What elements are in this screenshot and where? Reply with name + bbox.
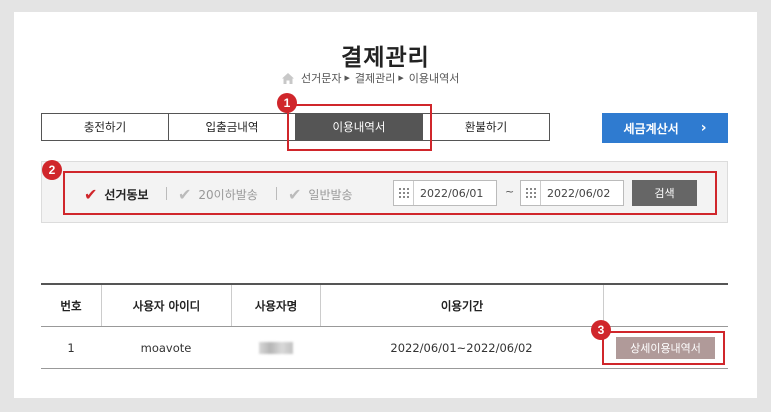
cell-user-name: [231, 327, 320, 368]
header-user-name: 사용자명: [231, 285, 320, 326]
header-period: 이용기간: [320, 285, 603, 326]
header-number: 번호: [60, 298, 82, 313]
breadcrumb: 선거문자 ▶ 결제관리 ▶ 이용내역서: [281, 70, 459, 86]
step-marker-1: 1: [277, 93, 297, 113]
highlight-box-1: [287, 104, 432, 151]
breadcrumb-item-payment[interactable]: 결제관리: [355, 70, 395, 86]
header-user-id: 사용자 아이디: [101, 285, 231, 326]
blurred-user-name: [258, 341, 293, 354]
tax-invoice-label: 세금계산서: [623, 121, 679, 136]
header-action: [603, 285, 728, 326]
breadcrumb-item-usage: 이용내역서: [408, 72, 460, 85]
cell-user-id: moavote: [140, 340, 192, 355]
table-header-row: 번호 사용자 아이디 사용자명 이용기간: [41, 285, 728, 327]
highlight-box-2: [63, 171, 717, 215]
page-title: 결제관리: [341, 45, 430, 71]
highlight-box-3: [602, 331, 725, 365]
cell-period: 2022/06/01~2022/06/02: [390, 340, 533, 355]
cell-number: 1: [67, 340, 75, 355]
tax-invoice-button[interactable]: 세금계산서 ›: [602, 113, 728, 143]
step-marker-3: 3: [591, 320, 611, 340]
tab-charge[interactable]: 충전하기: [42, 114, 169, 140]
breadcrumb-arrow-icon: ▶: [344, 74, 350, 82]
breadcrumb-item-sms[interactable]: 선거문자: [301, 70, 341, 86]
home-icon[interactable]: [281, 72, 295, 85]
tab-refund[interactable]: 환불하기: [423, 114, 549, 140]
step-marker-2: 2: [42, 160, 62, 180]
chevron-right-icon: ›: [700, 120, 707, 136]
breadcrumb-arrow-icon: ▶: [398, 74, 404, 82]
tab-transactions[interactable]: 입출금내역: [169, 114, 296, 140]
